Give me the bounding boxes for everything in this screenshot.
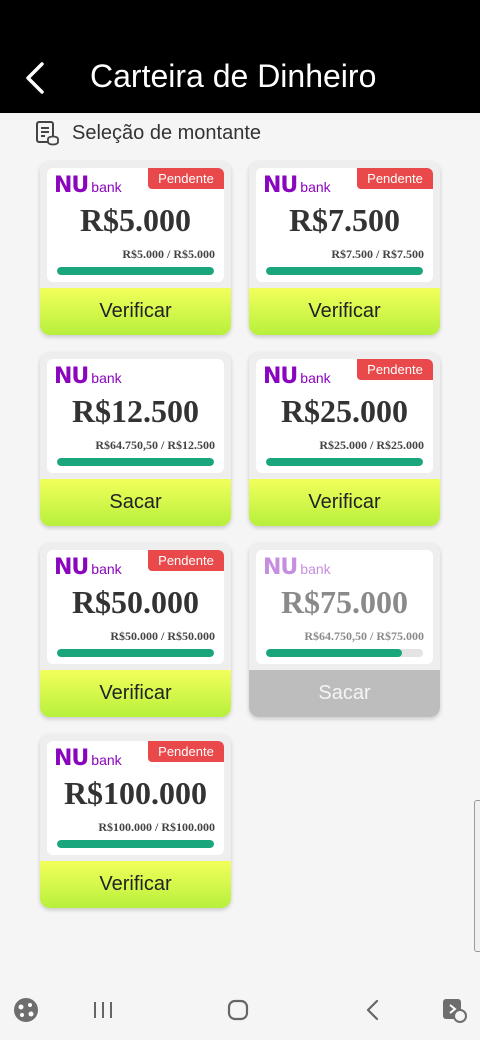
nubank-logo: NU bank (54, 364, 122, 389)
verify-button[interactable]: Verificar (249, 288, 440, 335)
amount-card: NU bank R$75.000 R$64.750,50 / R$75.000 … (249, 543, 440, 717)
status-badge: Pendente (148, 168, 224, 189)
amount-value: R$7.500 (288, 202, 401, 238)
progress-text: R$5.000 / R$5.000 (122, 247, 215, 261)
amount-card: NU bank Pendente R$50.000 R$50.000 / R$5… (40, 543, 231, 717)
scrollbar-thumb[interactable] (474, 800, 480, 952)
progress-text: R$64.750,50 / R$75.000 (304, 629, 424, 643)
progress-bar (266, 458, 423, 466)
status-badge: Pendente (357, 359, 433, 380)
nubank-logo: NU bank (54, 173, 122, 198)
progress-text: R$25.000 / R$25.000 (319, 438, 424, 452)
nubank-logo: NU bank (263, 364, 331, 389)
status-badge: Pendente (148, 550, 224, 571)
logo-bank: bank (300, 561, 331, 577)
logo-nu: NU (263, 364, 298, 389)
logo-bank: bank (91, 752, 122, 768)
back-icon (366, 999, 379, 1021)
progress-fill (57, 840, 214, 848)
progress-bar (57, 649, 214, 657)
card-body: NU bank Pendente R$25.000 R$25.000 / R$2… (256, 359, 433, 473)
game-launcher-icon (14, 998, 38, 1022)
section-label: Seleção de montante (72, 121, 262, 144)
logo-nu: NU (54, 555, 89, 580)
logo-nu: NU (54, 746, 89, 771)
nubank-logo: NU bank (54, 555, 122, 580)
back-arrow-button[interactable] (18, 60, 54, 96)
card-body: NU bank R$12.500 R$64.750,50 / R$12.500 (47, 359, 224, 473)
amount-card: NU bank Pendente R$100.000 R$100.000 / R… (40, 734, 231, 908)
home-icon (227, 999, 249, 1021)
status-bar (0, 0, 480, 40)
game-launcher-button[interactable] (10, 994, 42, 1026)
amount-card: NU bank Pendente R$7.500 R$7.500 / R$7.5… (249, 161, 440, 335)
withdraw-button[interactable]: Sacar (40, 479, 231, 526)
progress-bar (266, 267, 423, 275)
progress-bar (57, 458, 214, 466)
amount-card: NU bank Pendente R$5.000 R$5.000 / R$5.0… (40, 161, 231, 335)
screen-tool-icon (443, 999, 467, 1023)
logo-nu: NU (54, 173, 89, 198)
logo-bank: bank (91, 561, 122, 577)
progress-text: R$64.750,50 / R$12.500 (95, 438, 215, 452)
progress-fill (57, 458, 214, 466)
progress-text: R$50.000 / R$50.000 (110, 629, 215, 643)
amount-value: R$25.000 (280, 393, 409, 429)
nubank-logo: NU bank (263, 173, 331, 198)
amount-value: R$12.500 (71, 393, 200, 429)
logo-bank: bank (300, 179, 331, 195)
logo-nu: NU (54, 364, 89, 389)
verify-button[interactable]: Verificar (249, 479, 440, 526)
amount-card: NU bank R$12.500 R$64.750,50 / R$12.500 … (40, 352, 231, 526)
home-button[interactable] (222, 994, 254, 1026)
logo-nu: NU (263, 555, 298, 580)
amount-card: NU bank Pendente R$25.000 R$25.000 / R$2… (249, 352, 440, 526)
card-body: NU bank Pendente R$5.000 R$5.000 / R$5.0… (47, 168, 224, 282)
progress-fill (266, 649, 402, 657)
progress-text: R$100.000 / R$100.000 (98, 820, 215, 834)
card-body: NU bank Pendente R$50.000 R$50.000 / R$5… (47, 550, 224, 664)
progress-text: R$7.500 / R$7.500 (331, 247, 424, 261)
app-header: Carteira de Dinheiro (0, 40, 480, 113)
progress-fill (266, 267, 423, 275)
recent-apps-button[interactable] (87, 994, 119, 1026)
progress-fill (57, 649, 214, 657)
logo-bank: bank (300, 370, 331, 386)
progress-bar (266, 649, 423, 657)
status-badge: Pendente (357, 168, 433, 189)
progress-fill (57, 267, 214, 275)
card-body: NU bank Pendente R$100.000 R$100.000 / R… (47, 741, 224, 855)
withdraw-button-disabled[interactable]: Sacar (249, 670, 440, 717)
status-badge: Pendente (148, 741, 224, 762)
recent-apps-icon (94, 1002, 112, 1018)
progress-bar (57, 840, 214, 848)
amount-value: R$75.000 (280, 584, 409, 620)
amount-value: R$50.000 (71, 584, 200, 620)
logo-nu: NU (263, 173, 298, 198)
document-coins-icon (36, 121, 59, 146)
progress-fill (266, 458, 423, 466)
system-navbar (0, 980, 480, 1040)
logo-bank: bank (91, 179, 122, 195)
progress-bar (57, 267, 214, 275)
verify-button[interactable]: Verificar (40, 861, 231, 908)
section-header: Seleção de montante (34, 119, 261, 147)
logo-bank: bank (91, 370, 122, 386)
amount-value: R$5.000 (79, 202, 192, 238)
screen-tool-button[interactable] (438, 994, 470, 1026)
verify-button[interactable]: Verificar (40, 288, 231, 335)
page-title: Carteira de Dinheiro (90, 58, 377, 94)
nubank-logo: NU bank (54, 746, 122, 771)
back-nav-button[interactable] (357, 994, 389, 1026)
card-body: NU bank Pendente R$7.500 R$7.500 / R$7.5… (256, 168, 433, 282)
back-arrow-icon (26, 62, 44, 94)
nubank-logo: NU bank (263, 555, 331, 580)
card-body: NU bank R$75.000 R$64.750,50 / R$75.000 (256, 550, 433, 664)
amount-value: R$100.000 (63, 775, 208, 811)
verify-button[interactable]: Verificar (40, 670, 231, 717)
